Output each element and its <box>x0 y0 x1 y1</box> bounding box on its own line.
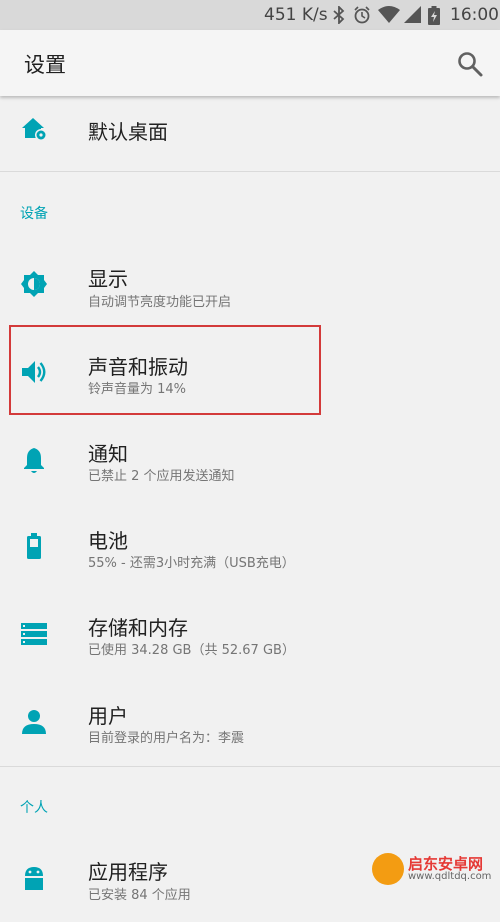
settings-item-label: 显示 <box>88 267 128 291</box>
watermark: 启东安卓网 www.qdltdq.com <box>370 853 498 885</box>
person-icon <box>22 710 46 734</box>
settings-item-display[interactable]: 显示 自动调节亮度功能已开启 <box>0 240 500 326</box>
storage-icon <box>21 623 47 645</box>
brightness-icon <box>21 271 47 297</box>
section-header-device: 设备 <box>20 206 48 222</box>
divider <box>0 766 500 767</box>
settings-item-label: 应用程序 <box>88 860 168 884</box>
page-title: 设置 <box>24 53 66 77</box>
alarm-icon <box>354 6 370 24</box>
settings-item-label: 默认桌面 <box>88 120 168 144</box>
battery-icon <box>428 6 440 25</box>
signal-icon <box>404 6 421 23</box>
settings-item-battery[interactable]: 电池 55% - 还需3小时充满（USB充电） <box>0 500 500 586</box>
watermark-url: www.qdltdq.com <box>408 871 492 882</box>
android-icon <box>25 867 43 890</box>
network-speed: 451 K/s <box>264 5 328 25</box>
settings-item-summary: 目前登录的用户名为：李震 <box>88 731 245 746</box>
settings-item-summary: 自动调节亮度功能已开启 <box>88 295 232 310</box>
section-header-personal: 个人 <box>20 800 48 816</box>
settings-item-label: 存储和内存 <box>88 616 188 640</box>
settings-item-summary: 已安装 84 个应用 <box>88 888 191 903</box>
battery-charging-icon <box>27 533 41 559</box>
status-bar: 451 K/s 16:00 <box>0 0 500 30</box>
settings-item-label: 用户 <box>88 704 128 728</box>
settings-item-summary: 55% - 还需3小时充满（USB充电） <box>88 556 295 571</box>
bluetooth-icon <box>333 6 345 24</box>
search-icon[interactable] <box>456 50 484 78</box>
settings-item-notifications[interactable]: 通知 已禁止 2 个应用发送通知 <box>0 414 500 500</box>
settings-item-label: 通知 <box>88 442 128 466</box>
bell-icon <box>24 448 44 473</box>
settings-item-label: 电池 <box>88 529 128 553</box>
highlight-box <box>9 325 321 415</box>
divider <box>0 171 500 172</box>
home-gear-icon <box>22 118 47 141</box>
clock: 16:00 <box>450 5 499 25</box>
settings-item-summary: 已使用 34.28 GB（共 52.67 GB） <box>88 643 295 658</box>
watermark-logo <box>372 853 404 885</box>
app-bar: 设置 <box>0 30 500 96</box>
wifi-icon <box>378 6 400 23</box>
settings-item-summary: 已禁止 2 个应用发送通知 <box>88 469 235 484</box>
settings-item-users[interactable]: 用户 目前登录的用户名为：李震 <box>0 676 500 762</box>
settings-item-storage[interactable]: 存储和内存 已使用 34.28 GB（共 52.67 GB） <box>0 588 500 674</box>
settings-item-default-home[interactable]: 默认桌面 <box>0 96 500 162</box>
